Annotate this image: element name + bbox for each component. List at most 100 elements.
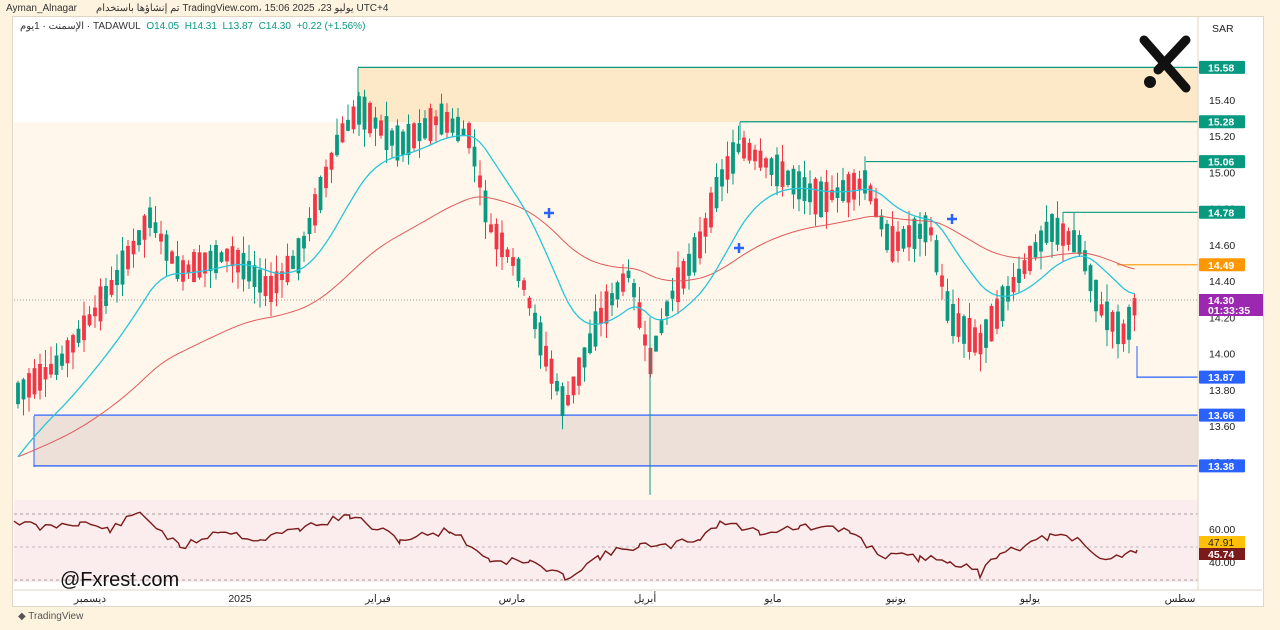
candle-body — [494, 223, 499, 250]
candle-body — [1061, 223, 1065, 246]
candle-body — [120, 250, 125, 285]
price-level-badge-label: 15.28 — [1208, 117, 1234, 129]
candle-body — [676, 267, 680, 303]
candle-body — [786, 170, 790, 186]
candle-body — [604, 291, 609, 324]
candle-body — [571, 376, 576, 396]
candle-body — [769, 158, 774, 176]
candle-body — [1121, 323, 1126, 345]
candle-body — [989, 305, 994, 342]
candle-body — [896, 231, 900, 251]
symbol-name[interactable]: الإسمنت · 1يوم · TADAWUL — [20, 21, 141, 32]
candle-body — [104, 285, 108, 306]
candle-body — [1094, 279, 1098, 312]
candle-body — [973, 327, 977, 353]
candle-body — [450, 118, 455, 133]
candle-body — [142, 215, 147, 240]
candle-body — [505, 249, 510, 258]
candle-body — [159, 233, 163, 242]
candle-body — [439, 103, 444, 135]
candle-body — [335, 134, 339, 156]
time-tick-label: يوليو — [1019, 593, 1040, 605]
price-level-badge-label: 14.78 — [1208, 207, 1234, 219]
candle-body — [406, 123, 411, 156]
price-level-badge-label: 15.58 — [1208, 62, 1234, 74]
candle-body — [956, 313, 961, 337]
time-tick-label: 2025 — [228, 593, 252, 605]
candle-body — [1050, 214, 1054, 242]
ohlc-high: H14.31 — [184, 21, 217, 32]
candle-body — [626, 270, 631, 278]
candle-body — [428, 108, 433, 142]
candle-body — [593, 311, 598, 347]
ohlc-close: C14.30 — [258, 21, 291, 32]
candle-body — [599, 307, 603, 324]
candle-body — [247, 260, 251, 282]
candle-body — [500, 232, 504, 258]
candle-body — [324, 166, 328, 189]
candle-body — [758, 150, 763, 168]
price-chart[interactable]: 15.4015.2015.0014.8014.6014.4014.2014.00… — [0, 0, 1280, 630]
candle-body — [681, 260, 686, 289]
rsi-pane — [14, 500, 1198, 582]
candle-body — [483, 190, 488, 223]
price-tick-label: 13.80 — [1209, 385, 1235, 397]
candle-body — [637, 302, 642, 328]
candle-body — [819, 181, 823, 217]
candle-body — [929, 227, 933, 236]
candle-body — [588, 333, 592, 354]
candle-body — [412, 123, 416, 149]
candle-body — [38, 363, 42, 391]
candle-body — [153, 222, 158, 234]
candle-body — [241, 252, 246, 280]
candle-body — [582, 347, 587, 368]
candle-body — [27, 373, 31, 398]
candle-body — [643, 334, 647, 346]
candle-body — [852, 172, 856, 200]
time-tick-label: يونيو — [885, 593, 906, 605]
candle-body — [395, 125, 400, 161]
candle-body — [472, 146, 477, 167]
candle-body — [1066, 231, 1071, 245]
ohlc-low: L13.87 — [222, 21, 254, 32]
candle-body — [934, 240, 939, 273]
candle-body — [1072, 230, 1076, 253]
candle-body — [329, 152, 334, 170]
candle-body — [791, 168, 796, 195]
candle-body — [489, 224, 493, 233]
time-axis[interactable]: ديسمبر 2025 فبراير مارس أبريل مايو يونيو يوليو س… — [73, 591, 1196, 605]
candle-body — [984, 319, 988, 348]
candle-body — [368, 102, 372, 134]
candle-body — [269, 275, 273, 303]
candle-body — [258, 269, 262, 293]
time-tick-label: أبريل — [634, 591, 657, 605]
candle-body — [714, 176, 719, 209]
candle-body — [49, 363, 53, 375]
candle-body — [1006, 285, 1010, 302]
candle-body — [577, 357, 581, 386]
candle-body — [1132, 298, 1137, 316]
candle-body — [285, 255, 290, 283]
candle-body — [703, 218, 708, 237]
candle-body — [1055, 217, 1060, 245]
candle-body — [137, 230, 141, 246]
candle-body — [54, 355, 59, 375]
candle-body — [362, 96, 367, 130]
price-tick-label: 15.40 — [1209, 95, 1235, 107]
candle-body — [307, 217, 312, 235]
candle-body — [21, 379, 26, 400]
candle-body — [340, 123, 345, 143]
candle-body — [461, 128, 466, 136]
candle-body — [379, 120, 383, 136]
candle-body — [775, 154, 779, 187]
candle-body — [687, 253, 691, 276]
candle-body — [434, 116, 438, 126]
candle-body — [1127, 306, 1131, 340]
candle-body — [797, 171, 801, 200]
price-tick-label: 14.40 — [1209, 276, 1235, 288]
candle-body — [978, 332, 983, 355]
candle-body — [835, 187, 840, 199]
candle-body — [995, 298, 999, 329]
candle-body — [346, 119, 350, 131]
candle-body — [659, 319, 664, 334]
